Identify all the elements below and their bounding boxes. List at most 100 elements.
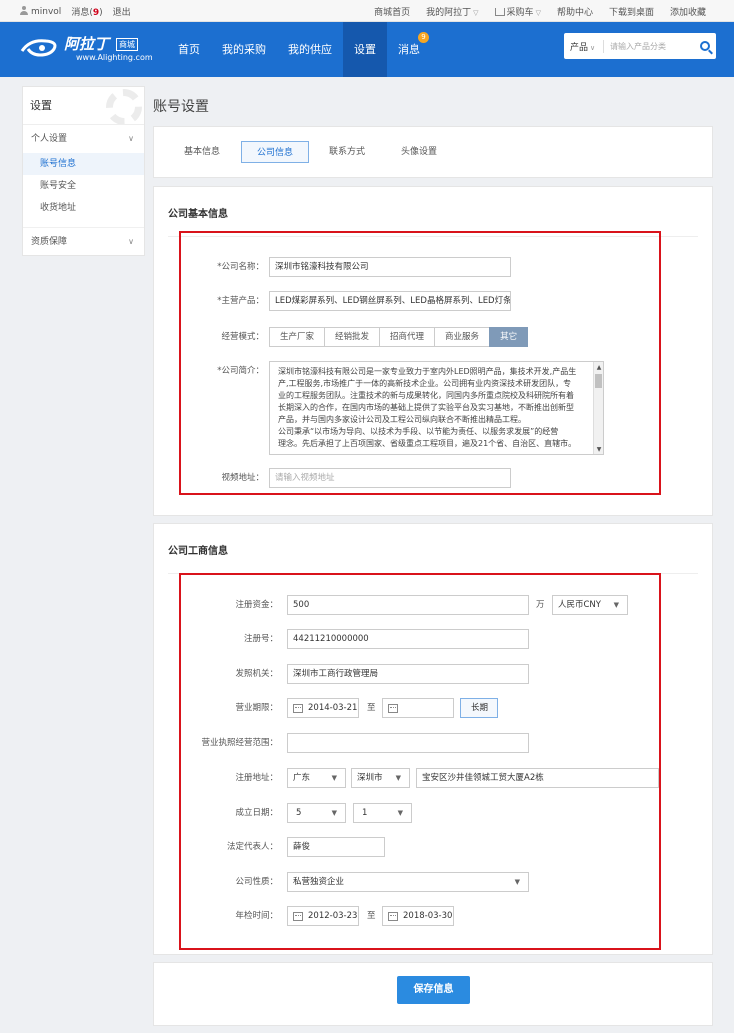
tab-contact[interactable]: 联系方式 [317, 141, 377, 163]
sidebar-item-account-security[interactable]: 账号安全 [23, 175, 144, 197]
company-intro-label: *公司简介： [217, 366, 264, 376]
main-products-label: *主营产品： [217, 296, 264, 306]
province-select[interactable]: 广东 ▼ [287, 768, 346, 788]
scroll-thumb[interactable] [595, 374, 602, 388]
inspection-to-text: 至 [367, 911, 376, 921]
chevron-down-icon: ∨ [590, 43, 596, 52]
capital-unit: 万 [536, 600, 545, 610]
founded-month-select[interactable]: 5 ▼ [287, 803, 346, 823]
dropdown-arrow-icon: ▼ [331, 809, 337, 817]
founded-day-select[interactable]: 1 ▼ [353, 803, 412, 823]
inspection-date-label: 年检时间： [235, 911, 278, 921]
capital-input[interactable]: 500 [287, 595, 529, 615]
sidebar-title: 设置 [23, 87, 144, 125]
calendar-icon [388, 704, 398, 713]
search-category-select[interactable]: 产品 ∨ [564, 39, 604, 53]
company-intro-textarea[interactable]: 深圳市铭濠科技有限公司是一家专业致力于室内外LED照明产品，集技术开发,产品生 … [269, 361, 604, 455]
main-products-input[interactable]: LED煤彩屏系列、LED钢丝屏系列、LED晶格屏系列、LED灯条屏 [269, 291, 511, 311]
company-name-input[interactable]: 深圳市铭濠科技有限公司 [269, 257, 511, 277]
logout-link[interactable]: 退出 [113, 5, 131, 18]
dropdown-arrow-icon: ▼ [331, 774, 337, 782]
tab-basic-info[interactable]: 基本信息 [172, 141, 232, 163]
chevron-down-icon: ∨ [128, 237, 134, 246]
help-center-link[interactable]: 帮助中心 [557, 5, 593, 18]
search-input[interactable] [604, 41, 694, 51]
company-nature-label: 公司性质： [235, 877, 278, 887]
currency-select[interactable]: 人民币CNY ▼ [552, 595, 628, 615]
page-title: 账号设置 [153, 99, 209, 115]
dropdown-arrow-icon: ▼ [395, 774, 401, 782]
term-long-button[interactable]: 长期 [460, 698, 498, 718]
download-desktop-link[interactable]: 下载到桌面 [609, 5, 654, 18]
messages-link[interactable]: 消息(9) [71, 5, 102, 18]
video-url-input[interactable]: 请输入视频地址 [269, 468, 511, 488]
my-aladdin-link[interactable]: 我的阿拉丁 ▽ [426, 5, 478, 18]
dropdown-arrow-icon: ▼ [397, 809, 403, 817]
main-navbar: 阿拉丁 商城 www.Alighting.com 首页 我的采购 我的供应 设置… [0, 22, 734, 77]
tab-company-info[interactable]: 公司信息 [241, 141, 309, 163]
cart-icon [494, 8, 505, 16]
business-term-label: 营业期限： [235, 703, 278, 713]
save-button[interactable]: 保存信息 [397, 976, 470, 1004]
logo-url: www.Alighting.com [76, 53, 153, 62]
section-title: 公司工商信息 [168, 546, 228, 557]
company-name-label: *公司名称： [217, 262, 264, 272]
mode-other[interactable]: 其它 [489, 327, 529, 347]
search-bar: 产品 ∨ [564, 33, 716, 59]
sidebar-item-account-info[interactable]: 账号信息 [23, 153, 144, 175]
logo-mark-icon [20, 39, 57, 57]
save-panel: 保存信息 [153, 962, 713, 1026]
add-favorite-link[interactable]: 添加收藏 [670, 5, 706, 18]
authority-input[interactable]: 深圳市工商行政管理局 [287, 664, 529, 684]
address-input[interactable]: 宝安区沙井佳领城工贸大厦A2栋 [416, 768, 659, 788]
username: minvol [31, 7, 62, 17]
reg-number-input[interactable]: 44211210000000 [287, 629, 529, 649]
scroll-up-icon[interactable]: ▲ [594, 362, 603, 372]
business-mode-label: 经营模式： [221, 332, 264, 342]
cart-link[interactable]: 采购车 ▽ [494, 5, 541, 18]
tab-avatar[interactable]: 头像设置 [389, 141, 449, 163]
nav-settings[interactable]: 设置 [343, 22, 387, 77]
mode-manufacturer[interactable]: 生产厂家 [269, 327, 326, 347]
reg-number-label: 注册号： [243, 634, 278, 644]
nav-my-supply[interactable]: 我的供应 [277, 22, 343, 77]
company-basic-section: 公司基本信息 *公司名称： 深圳市铭濠科技有限公司 *主营产品： LED煤彩屏系… [153, 186, 713, 516]
mode-agent[interactable]: 招商代理 [379, 327, 436, 347]
term-start-date-input[interactable]: 2014-03-21 [287, 698, 359, 718]
user-icon [20, 6, 28, 15]
sidebar-group-personal[interactable]: 个人设置 ∨ [23, 125, 144, 153]
dropdown-arrow-icon: ▼ [613, 601, 619, 609]
mode-service[interactable]: 商业服务 [434, 327, 491, 347]
term-end-date-input[interactable] [382, 698, 454, 718]
legal-rep-input[interactable]: 薛俊 [287, 837, 385, 857]
mall-home-link[interactable]: 商城首页 [374, 5, 410, 18]
inspection-start-date-input[interactable]: 2012-03-23 [287, 906, 359, 926]
business-scope-label: 营业执照经营范围： [201, 738, 278, 748]
city-select[interactable]: 深圳市 ▼ [351, 768, 410, 788]
chevron-down-icon: ∨ [128, 134, 134, 143]
nav-my-purchases[interactable]: 我的采购 [211, 22, 277, 77]
section-title: 公司基本信息 [168, 209, 228, 220]
mode-wholesale[interactable]: 经销批发 [324, 327, 381, 347]
search-button[interactable] [694, 33, 716, 59]
gear-icon [106, 89, 142, 124]
scroll-down-icon[interactable]: ▼ [594, 444, 603, 454]
reg-address-label: 注册地址： [235, 773, 278, 783]
nav-messages[interactable]: 消息 9 [387, 22, 431, 77]
sidebar-item-shipping-address[interactable]: 收货地址 [23, 197, 144, 219]
sidebar-group-qualification[interactable]: 资质保障 ∨ [23, 227, 144, 255]
top-bar: minvol 消息(9) 退出 商城首页 我的阿拉丁 ▽ 采购车 ▽ 帮助中心 下载… [0, 0, 734, 22]
chevron-down-icon: ▽ [535, 9, 541, 17]
legal-rep-label: 法定代表人： [226, 842, 278, 852]
logo-tag: 商城 [116, 38, 138, 51]
founded-date-label: 成立日期： [235, 808, 278, 818]
site-logo[interactable]: 阿拉丁 商城 www.Alighting.com [20, 33, 153, 65]
business-scope-input[interactable] [287, 733, 529, 753]
capital-label: 注册资金： [235, 600, 278, 610]
inspection-end-date-input[interactable]: 2018-03-30 [382, 906, 454, 926]
company-nature-select[interactable]: 私营独资企业 ▼ [287, 872, 529, 892]
user-link[interactable]: minvol [20, 6, 61, 17]
nav-links: 首页 我的采购 我的供应 设置 消息 9 [167, 22, 431, 77]
textarea-scrollbar[interactable]: ▲ ▼ [593, 362, 603, 454]
nav-home[interactable]: 首页 [167, 22, 211, 77]
